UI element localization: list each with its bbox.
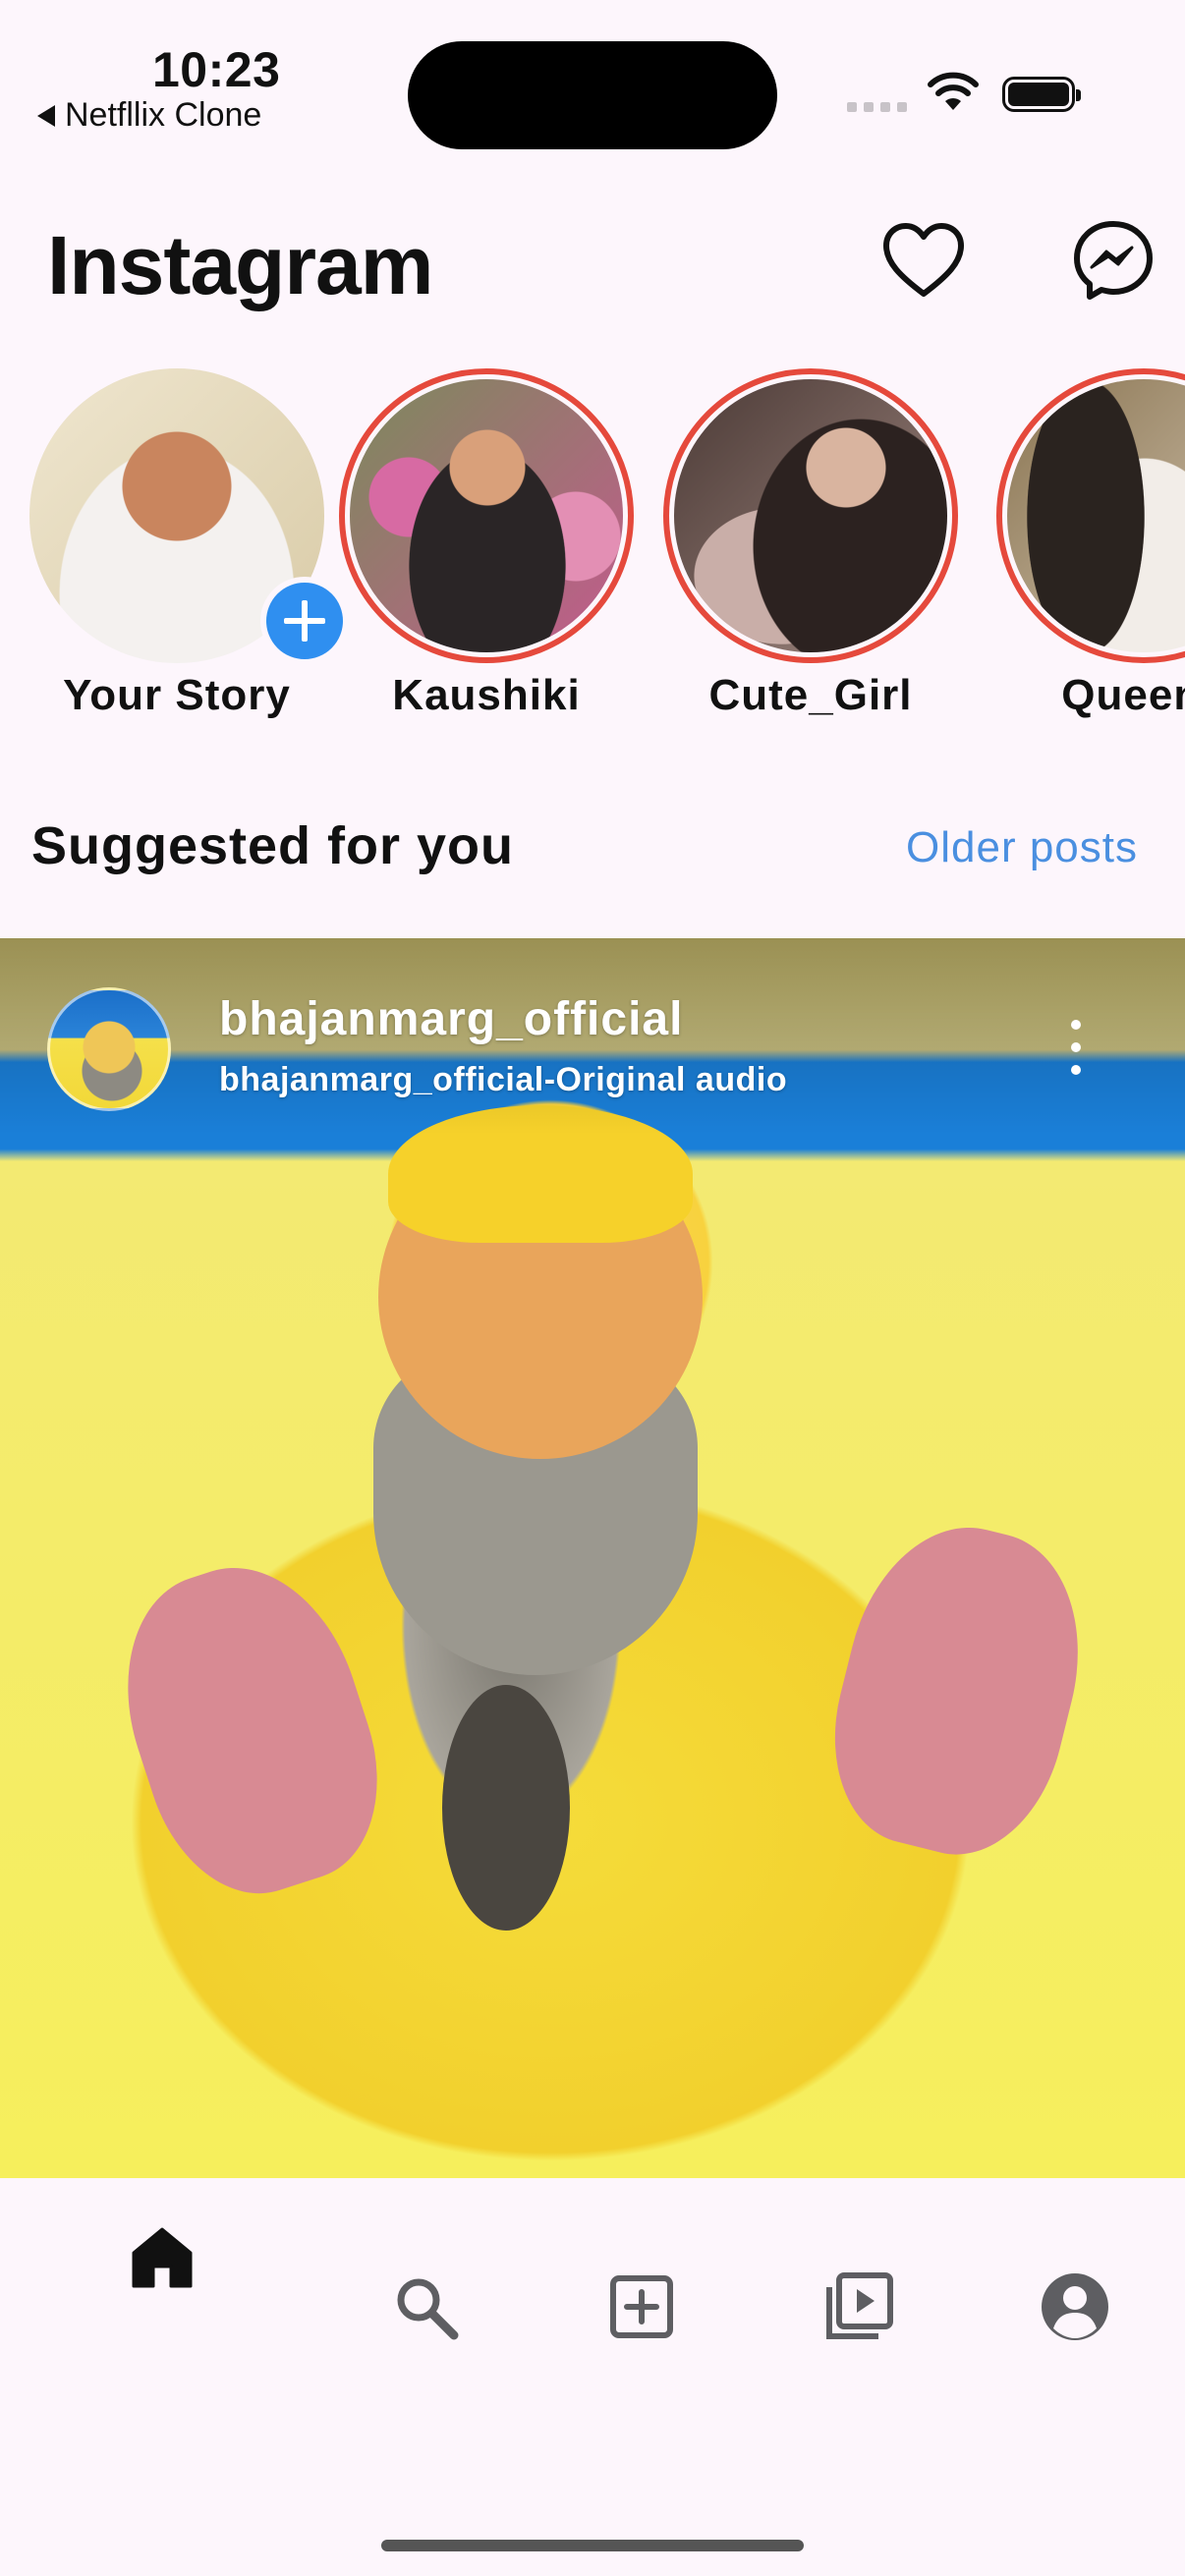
- story-kaushiki[interactable]: Kaushiki: [339, 368, 634, 722]
- status-time: 10:23: [152, 42, 281, 97]
- story-label: Kaushiki: [392, 671, 581, 719]
- back-app-label: Netfllix Clone: [65, 96, 262, 134]
- home-icon[interactable]: [130, 2225, 195, 2290]
- story-picture: [674, 379, 947, 652]
- cellular-signal-icon: [847, 102, 907, 112]
- older-posts-link[interactable]: Older posts: [906, 823, 1138, 872]
- profile-icon[interactable]: [1040, 2271, 1110, 2342]
- story-avatar[interactable]: [663, 368, 958, 663]
- story-cute-girl[interactable]: Cute_Girl: [663, 368, 958, 722]
- add-story-button[interactable]: [260, 577, 349, 665]
- post-audio-label[interactable]: bhajanmarg_official-Original audio: [219, 1061, 787, 1099]
- story-avatar[interactable]: [996, 368, 1185, 663]
- story-label: Cute_Girl: [708, 671, 913, 719]
- back-to-app-link[interactable]: Netfllix Clone: [37, 96, 261, 135]
- story-label: Your Story: [63, 671, 291, 719]
- post-author-avatar[interactable]: [47, 987, 171, 1111]
- post-username[interactable]: bhajanmarg_official: [219, 992, 683, 1046]
- battery-icon: [1002, 77, 1081, 112]
- suggested-heading: Suggested for you: [31, 816, 515, 875]
- more-options-icon[interactable]: [1071, 1020, 1083, 1075]
- messenger-icon[interactable]: [1071, 218, 1156, 303]
- wifi-icon: [928, 72, 979, 110]
- create-icon[interactable]: [609, 2274, 674, 2339]
- story-picture: [1007, 379, 1185, 652]
- story-label: Queen_: [1061, 671, 1185, 719]
- story-queen[interactable]: Queen_: [996, 368, 1185, 722]
- heart-icon[interactable]: [880, 221, 967, 300]
- reels-icon[interactable]: [823, 2271, 894, 2342]
- story-picture: [350, 379, 623, 652]
- search-icon[interactable]: [393, 2274, 460, 2341]
- back-triangle-icon: [37, 104, 55, 127]
- post-image[interactable]: [0, 938, 1185, 2178]
- app-title: Instagram: [47, 219, 433, 311]
- story-your-story[interactable]: Your Story: [29, 368, 349, 722]
- stories-row[interactable]: Your Story Kaushiki Cute_Girl Queen_: [0, 368, 1185, 742]
- home-indicator: [381, 2540, 804, 2551]
- dynamic-island: [408, 41, 777, 149]
- story-avatar[interactable]: [339, 368, 634, 663]
